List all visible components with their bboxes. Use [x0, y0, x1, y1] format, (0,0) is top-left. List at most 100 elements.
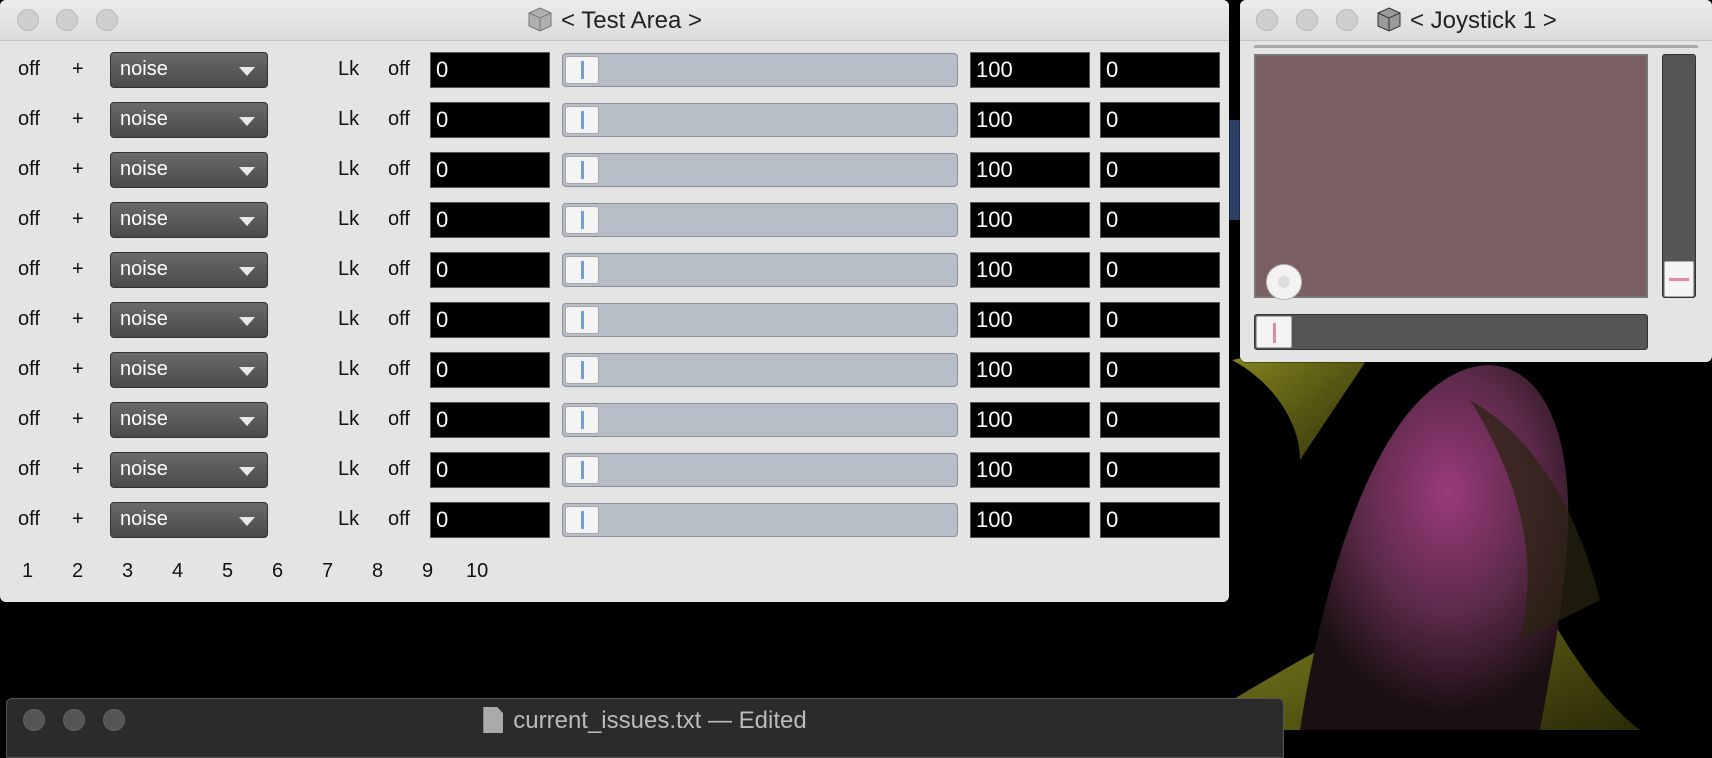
zoom-button[interactable] — [1336, 9, 1358, 31]
slider-knob[interactable] — [565, 106, 599, 134]
slider-knob[interactable] — [565, 206, 599, 234]
add-button[interactable]: + — [72, 258, 84, 281]
min-field[interactable]: 0 — [1100, 152, 1220, 188]
state-toggle[interactable]: off — [18, 158, 40, 181]
value-field[interactable]: 0 — [430, 52, 550, 88]
lock-button[interactable]: Lk — [338, 408, 359, 431]
value-field[interactable]: 0 — [430, 402, 550, 438]
channel-number-button[interactable]: 10 — [466, 560, 488, 583]
lock-state-toggle[interactable]: off — [388, 258, 410, 281]
value-slider[interactable] — [562, 503, 958, 537]
channel-number-button[interactable]: 3 — [122, 560, 133, 583]
add-button[interactable]: + — [72, 208, 84, 231]
lock-state-toggle[interactable]: off — [388, 108, 410, 131]
value-field[interactable]: 0 — [430, 252, 550, 288]
max-field[interactable]: 100 — [970, 252, 1090, 288]
joystick-xy-pad[interactable] — [1254, 54, 1648, 300]
min-field[interactable]: 0 — [1100, 102, 1220, 138]
lock-button[interactable]: Lk — [338, 308, 359, 331]
mode-dropdown[interactable]: noise — [110, 202, 268, 238]
joystick-horizontal-slider[interactable] — [1254, 314, 1648, 350]
lock-button[interactable]: Lk — [338, 508, 359, 531]
max-field[interactable]: 100 — [970, 452, 1090, 488]
mode-dropdown[interactable]: noise — [110, 402, 268, 438]
state-toggle[interactable]: off — [18, 108, 40, 131]
joystick-vertical-slider[interactable] — [1662, 54, 1696, 298]
value-field[interactable]: 0 — [430, 352, 550, 388]
value-slider[interactable] — [562, 353, 958, 387]
state-toggle[interactable]: off — [18, 408, 40, 431]
add-button[interactable]: + — [72, 508, 84, 531]
add-button[interactable]: + — [72, 158, 84, 181]
lock-state-toggle[interactable]: off — [388, 308, 410, 331]
mode-dropdown[interactable]: noise — [110, 102, 268, 138]
max-field[interactable]: 100 — [970, 502, 1090, 538]
value-field[interactable]: 0 — [430, 202, 550, 238]
lock-button[interactable]: Lk — [338, 358, 359, 381]
add-button[interactable]: + — [72, 58, 84, 81]
min-field[interactable]: 0 — [1100, 402, 1220, 438]
slider-knob[interactable] — [565, 506, 599, 534]
min-field[interactable]: 0 — [1100, 252, 1220, 288]
channel-number-button[interactable]: 8 — [372, 560, 383, 583]
mode-dropdown[interactable]: noise — [110, 352, 268, 388]
slider-knob[interactable] — [565, 456, 599, 484]
max-field[interactable]: 100 — [970, 102, 1090, 138]
channel-number-button[interactable]: 1 — [22, 560, 33, 583]
state-toggle[interactable]: off — [18, 208, 40, 231]
slider-knob[interactable] — [565, 56, 599, 84]
mode-dropdown[interactable]: noise — [110, 152, 268, 188]
state-toggle[interactable]: off — [18, 58, 40, 81]
value-slider[interactable] — [562, 153, 958, 187]
max-field[interactable]: 100 — [970, 202, 1090, 238]
min-field[interactable]: 0 — [1100, 502, 1220, 538]
value-field[interactable]: 0 — [430, 152, 550, 188]
min-field[interactable]: 0 — [1100, 202, 1220, 238]
state-toggle[interactable]: off — [18, 358, 40, 381]
min-field[interactable]: 0 — [1100, 302, 1220, 338]
mode-dropdown[interactable]: noise — [110, 52, 268, 88]
horizontal-slider-knob[interactable] — [1256, 316, 1292, 348]
mode-dropdown[interactable]: noise — [110, 452, 268, 488]
lock-button[interactable]: Lk — [338, 258, 359, 281]
add-button[interactable]: + — [72, 108, 84, 131]
channel-number-button[interactable]: 2 — [72, 560, 83, 583]
joystick-titlebar[interactable]: < Joystick 1 > — [1240, 0, 1712, 41]
channel-number-button[interactable]: 5 — [222, 560, 233, 583]
state-toggle[interactable]: off — [18, 258, 40, 281]
add-button[interactable]: + — [72, 458, 84, 481]
value-slider[interactable] — [562, 103, 958, 137]
lock-state-toggle[interactable]: off — [388, 58, 410, 81]
test-area-titlebar[interactable]: < Test Area > — [0, 0, 1229, 41]
state-toggle[interactable]: off — [18, 458, 40, 481]
max-field[interactable]: 100 — [970, 152, 1090, 188]
channel-number-button[interactable]: 7 — [322, 560, 333, 583]
state-toggle[interactable]: off — [18, 308, 40, 331]
value-slider[interactable] — [562, 303, 958, 337]
value-slider[interactable] — [562, 53, 958, 87]
state-toggle[interactable]: off — [18, 508, 40, 531]
vertical-slider-knob[interactable] — [1664, 261, 1694, 297]
value-slider[interactable] — [562, 203, 958, 237]
lock-state-toggle[interactable]: off — [388, 358, 410, 381]
slider-knob[interactable] — [565, 406, 599, 434]
joystick-handle[interactable] — [1266, 264, 1302, 300]
lock-button[interactable]: Lk — [338, 108, 359, 131]
channel-number-button[interactable]: 9 — [422, 560, 433, 583]
add-button[interactable]: + — [72, 358, 84, 381]
value-slider[interactable] — [562, 253, 958, 287]
lock-state-toggle[interactable]: off — [388, 408, 410, 431]
add-button[interactable]: + — [72, 308, 84, 331]
lock-state-toggle[interactable]: off — [388, 458, 410, 481]
max-field[interactable]: 100 — [970, 52, 1090, 88]
value-field[interactable]: 0 — [430, 302, 550, 338]
mode-dropdown[interactable]: noise — [110, 302, 268, 338]
slider-knob[interactable] — [565, 306, 599, 334]
slider-knob[interactable] — [565, 156, 599, 184]
mode-dropdown[interactable]: noise — [110, 502, 268, 538]
value-field[interactable]: 0 — [430, 502, 550, 538]
lock-state-toggle[interactable]: off — [388, 208, 410, 231]
channel-number-button[interactable]: 6 — [272, 560, 283, 583]
lock-button[interactable]: Lk — [338, 458, 359, 481]
min-field[interactable]: 0 — [1100, 352, 1220, 388]
